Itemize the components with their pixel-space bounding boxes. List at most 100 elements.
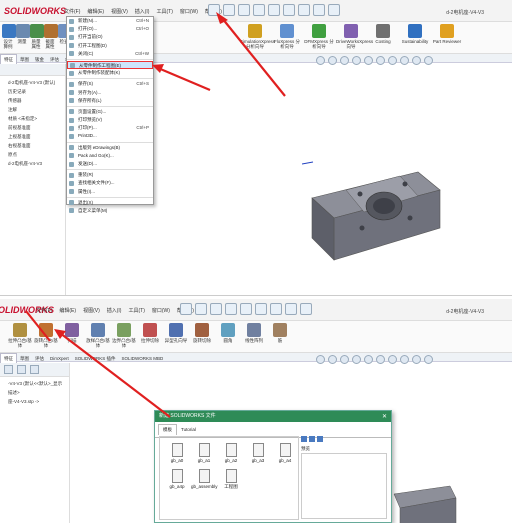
previous-view-icon[interactable] xyxy=(340,56,349,65)
undo-icon[interactable] xyxy=(283,4,295,16)
menu-item[interactable]: 插入(I) xyxy=(107,307,122,314)
ribbon-button[interactable]: 边界凸台/基体 xyxy=(112,323,136,348)
tree-item[interactable]: 注解 xyxy=(0,105,65,114)
file-menu-item[interactable]: 关闭(C) Ctrl+W xyxy=(67,50,153,58)
display-style-icon[interactable] xyxy=(376,355,385,364)
ribbon-button[interactable]: Sustainability xyxy=(400,24,430,44)
tree-item[interactable]: 历史记录 xyxy=(0,87,65,96)
menu-item[interactable]: 编辑(E) xyxy=(59,307,76,314)
tree-item[interactable]: 座-V4-V3.stp -> xyxy=(0,397,69,406)
section-view-icon[interactable] xyxy=(352,355,361,364)
file-menu-item[interactable]: 从零件制作装配体(K) xyxy=(67,69,153,77)
tree-item[interactable]: 描述> xyxy=(0,388,69,397)
select-icon[interactable] xyxy=(270,303,282,315)
menu-item[interactable]: 文件(F) xyxy=(64,8,80,15)
view-orientation-icon[interactable] xyxy=(364,56,373,65)
home-icon[interactable] xyxy=(180,303,192,315)
print-icon[interactable] xyxy=(240,303,252,315)
appearance-icon[interactable] xyxy=(400,355,409,364)
template-file[interactable]: gb_a4p xyxy=(164,469,190,489)
large-icons-icon[interactable] xyxy=(301,436,307,442)
ribbon-button[interactable]: 质量属性 xyxy=(30,24,44,49)
template-file[interactable]: gb_a4 xyxy=(272,443,298,463)
file-menu-item[interactable]: 退出(X) xyxy=(67,199,153,207)
list-view-icon[interactable] xyxy=(309,436,315,442)
zoom-fit-icon[interactable] xyxy=(316,56,325,65)
ribbon-button[interactable]: Costing xyxy=(368,24,398,44)
view-settings-icon[interactable] xyxy=(424,355,433,364)
ribbon-button[interactable]: Part Reviewer xyxy=(432,24,462,44)
section-view-icon[interactable] xyxy=(352,56,361,65)
tab[interactable]: DimXpert xyxy=(47,354,72,363)
file-menu-item[interactable]: 保存(S) Ctrl+S xyxy=(67,80,153,88)
dialog-tab[interactable]: Tutorial xyxy=(177,425,200,434)
ribbon-button[interactable]: 圆角 xyxy=(216,323,240,343)
ribbon-button[interactable]: SimulationXpress 分析向导 xyxy=(240,24,275,49)
menu-item[interactable]: 窗口(W) xyxy=(152,307,170,314)
new-document-icon[interactable] xyxy=(195,303,207,315)
tab[interactable]: SOLIDWORKS MBD xyxy=(119,354,167,363)
tree-item[interactable]: 材质 <未指定> xyxy=(0,114,65,123)
ribbon-button[interactable]: 旋转切除 xyxy=(190,323,214,343)
close-icon[interactable]: ✕ xyxy=(382,413,387,420)
zoom-fit-icon[interactable] xyxy=(316,355,325,364)
tab[interactable]: SOLIDWORKS 插件 xyxy=(72,354,119,364)
menu-item[interactable]: 窗口(W) xyxy=(180,8,198,15)
tree-item[interactable]: d-2电机座-V4-V3 xyxy=(0,159,65,168)
ribbon-button[interactable]: 设计算例 xyxy=(2,24,16,49)
file-menu-item[interactable]: 打开当前(O) xyxy=(67,33,153,41)
property-manager-tab-icon[interactable] xyxy=(17,365,26,374)
file-menu-item[interactable]: 打开工程图(D) xyxy=(67,42,153,50)
display-style-icon[interactable] xyxy=(376,56,385,65)
menu-item[interactable]: 编辑(E) xyxy=(87,8,104,15)
motor-mount-part[interactable] xyxy=(300,150,450,270)
motor-mount-part[interactable] xyxy=(390,484,460,523)
ribbon-button[interactable]: 旋转凸台/基体 xyxy=(34,323,58,348)
feature-manager-tab-icon[interactable] xyxy=(4,365,13,374)
template-file[interactable]: gb_assembly xyxy=(191,469,218,489)
file-menu-item[interactable]: 重装(R) xyxy=(67,171,153,179)
ribbon-button[interactable]: 拉伸凸台/基体 xyxy=(8,323,32,348)
file-menu-item[interactable]: Pack and Go(K)... xyxy=(67,152,153,160)
select-icon[interactable] xyxy=(298,4,310,16)
ribbon-button[interactable]: DFMXpress 分析向导 xyxy=(304,24,334,49)
ribbon-button[interactable]: 扫描 xyxy=(60,323,84,343)
view-orientation-icon[interactable] xyxy=(364,355,373,364)
tree-item[interactable]: 原点 xyxy=(0,150,65,159)
tree-item[interactable]: 右视基准面 xyxy=(0,141,65,150)
ribbon-button[interactable]: 放样凸台/基体 xyxy=(86,323,110,348)
template-file[interactable]: 工程图 xyxy=(218,469,244,490)
template-file[interactable]: gb_a2 xyxy=(218,443,244,463)
file-menu-item[interactable]: 另存为(A)... xyxy=(67,89,153,97)
previous-view-icon[interactable] xyxy=(340,355,349,364)
menu-item[interactable]: 视图(V) xyxy=(83,307,100,314)
dialog-tab[interactable]: 模板 xyxy=(158,424,177,435)
tree-item[interactable]: d-2电机座-V4-V3 (默认) xyxy=(0,78,65,87)
file-menu-item[interactable]: 从零件制作工程图(E) xyxy=(67,60,153,70)
zoom-area-icon[interactable] xyxy=(328,355,337,364)
tree-item[interactable]: 前视基准面 xyxy=(0,123,65,132)
rebuild-icon[interactable] xyxy=(285,303,297,315)
menu-item[interactable]: 文件(F) xyxy=(36,307,52,314)
options-icon[interactable] xyxy=(300,303,312,315)
file-menu-item[interactable]: 页面设置(G)... xyxy=(67,108,153,116)
ribbon-button[interactable]: 异型孔向导 xyxy=(164,323,188,343)
save-icon[interactable] xyxy=(253,4,265,16)
appearance-icon[interactable] xyxy=(400,56,409,65)
undo-icon[interactable] xyxy=(255,303,267,315)
open-icon[interactable] xyxy=(210,303,222,315)
tree-item[interactable]: 上视基准面 xyxy=(0,132,65,141)
file-menu-item[interactable]: Print3D... xyxy=(67,132,153,140)
menu-item[interactable]: 工具(T) xyxy=(128,307,144,314)
file-menu-item[interactable]: 打印(P)... Ctrl+P xyxy=(67,124,153,132)
ribbon-button[interactable]: 拉伸切除 xyxy=(138,323,162,343)
hide-show-icon[interactable] xyxy=(388,56,397,65)
save-icon[interactable] xyxy=(225,303,237,315)
rebuild-icon[interactable] xyxy=(313,4,325,16)
home-icon[interactable] xyxy=(208,4,220,16)
file-menu-item[interactable]: 新建(N)... Ctrl+N xyxy=(67,17,153,25)
menu-item[interactable]: 插入(I) xyxy=(135,8,150,15)
template-file[interactable]: gb_a3 xyxy=(245,443,271,463)
options-icon[interactable] xyxy=(328,4,340,16)
view-settings-icon[interactable] xyxy=(424,56,433,65)
